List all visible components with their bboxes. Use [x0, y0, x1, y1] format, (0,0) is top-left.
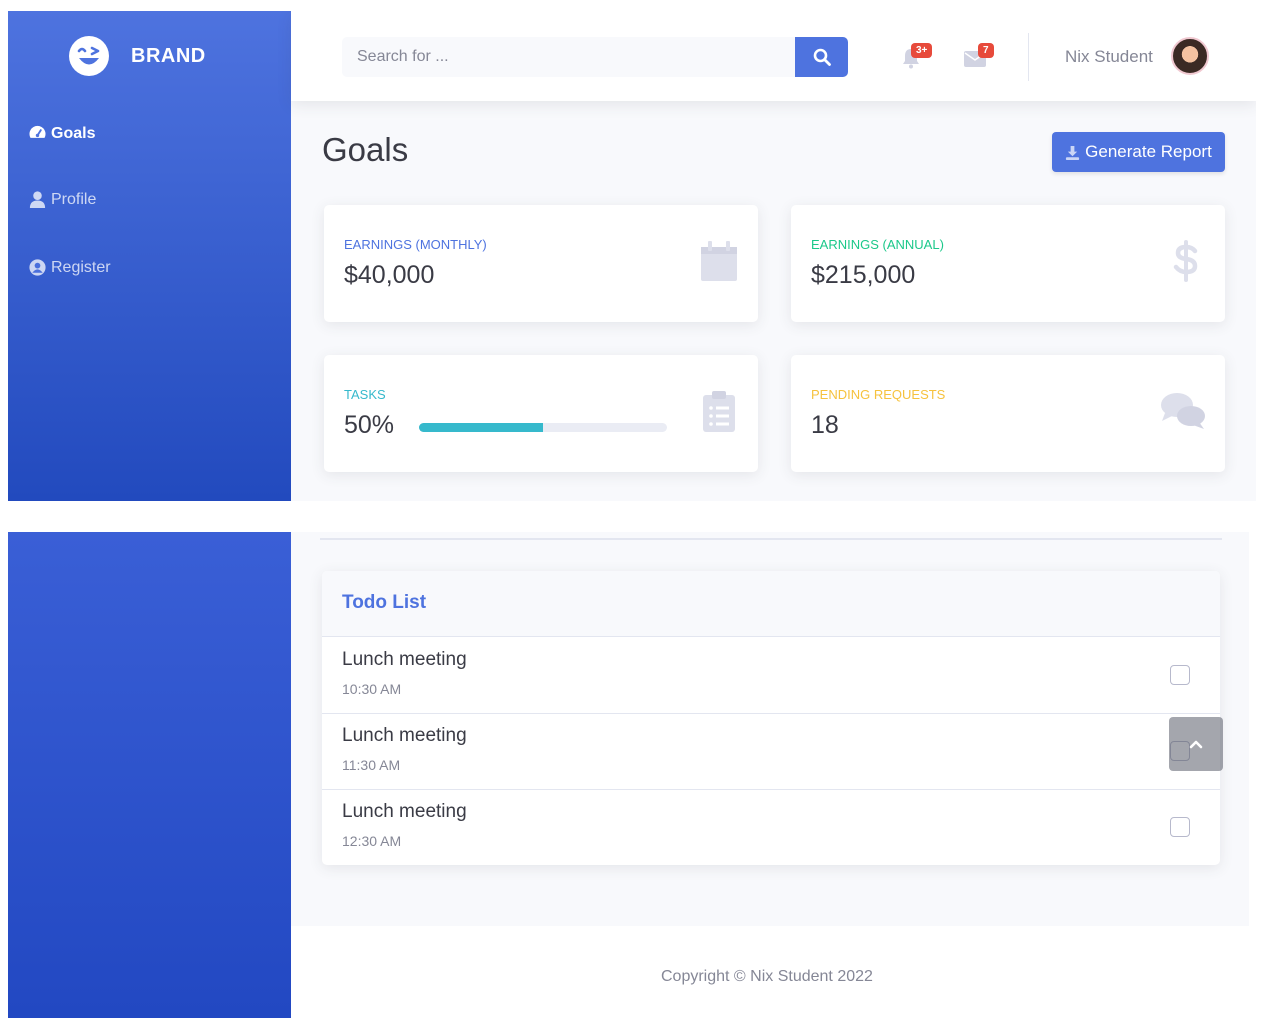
todo-item-time: 10:30 AM [342, 681, 402, 697]
earnings-monthly-card: EARNINGS (MONTHLY) $40,000 [324, 205, 758, 322]
stat-value: $40,000 [344, 261, 435, 289]
tasks-progress-fill [419, 423, 543, 432]
stat-label: EARNINGS (MONTHLY) [344, 237, 487, 252]
calendar-icon [701, 241, 737, 281]
stat-label: EARNINGS (ANNUAL) [811, 237, 944, 252]
todo-item-checkbox[interactable] [1170, 817, 1190, 837]
tachometer-icon [29, 125, 46, 138]
generate-report-label: Generate Report [1085, 142, 1212, 161]
todo-item-checkbox[interactable] [1170, 665, 1190, 685]
search-button[interactable] [795, 37, 848, 77]
pending-requests-card: PENDING REQUESTS 18 [791, 355, 1225, 472]
sidebar [8, 532, 291, 1018]
topbar-divider [1028, 33, 1029, 81]
sidebar-item-profile[interactable]: Profile [28, 190, 96, 209]
todo-item-time: 11:30 AM [342, 757, 401, 773]
dollar-icon [1173, 240, 1198, 282]
sidebar-item-label: Register [51, 258, 111, 276]
todo-header: Todo List [322, 571, 1220, 637]
user-circle-icon [29, 259, 46, 276]
tasks-progress-bar [419, 423, 667, 432]
todo-item-name: Lunch meeting [342, 801, 467, 822]
stat-label: PENDING REQUESTS [811, 387, 946, 402]
sidebar-item-goals[interactable]: Goals [28, 124, 95, 143]
stat-value: 50% [344, 411, 395, 439]
laugh-wink-icon [69, 36, 109, 76]
stat-value: 18 [811, 411, 839, 439]
user-icon [29, 191, 46, 209]
todo-list-card: Todo List Lunch meeting 10:30 AM Lunch m… [322, 571, 1220, 865]
search-icon [813, 48, 831, 66]
todo-item-name: Lunch meeting [342, 649, 467, 670]
download-icon [1066, 145, 1080, 160]
todo-item: Lunch meeting 11:30 AM [322, 713, 1220, 790]
copyright-text: Copyright © Nix Student 2022 [661, 968, 873, 985]
earnings-annual-card: EARNINGS (ANNUAL) $215,000 [791, 205, 1225, 322]
messages-button[interactable]: 7 [962, 39, 998, 75]
search-form [342, 37, 848, 77]
tasks-card: TASKS 50% [324, 355, 758, 472]
search-input[interactable] [342, 37, 795, 77]
brand-name: BRAND [131, 44, 206, 67]
todo-item: Lunch meeting 10:30 AM [322, 637, 1220, 714]
clipboard-list-icon [703, 391, 735, 432]
user-name[interactable]: Nix Student [1065, 47, 1153, 67]
sidebar-item-label: Goals [51, 124, 96, 142]
sidebar-item-register[interactable]: Register [28, 258, 111, 277]
sidebar: BRAND Goals Profile Register [8, 11, 291, 501]
page-title: Goals [322, 131, 409, 168]
comments-icon [1161, 393, 1205, 429]
bottom-screen-panel: Todo List Lunch meeting 10:30 AM Lunch m… [8, 532, 1249, 1018]
generate-report-button[interactable]: Generate Report [1052, 132, 1225, 172]
sidebar-item-label: Profile [51, 190, 97, 208]
brand-link[interactable]: BRAND [68, 35, 206, 77]
todo-title: Todo List [342, 592, 427, 613]
top-screen-panel: BRAND Goals Profile Register Search for … [8, 11, 1256, 501]
stat-value: $215,000 [811, 261, 916, 289]
topbar: 3+ 7 Nix Student [291, 11, 1256, 101]
todo-item: Lunch meeting 12:30 AM [322, 789, 1220, 865]
footer: Copyright © Nix Student 2022 [291, 926, 1249, 1018]
scroll-to-top-button[interactable] [1169, 717, 1223, 771]
messages-count-badge: 7 [978, 43, 994, 58]
alerts-count-badge: 3+ [911, 43, 933, 58]
divider [320, 538, 1222, 540]
todo-item-time: 12:30 AM [342, 833, 402, 849]
alerts-button[interactable]: 3+ [897, 39, 933, 75]
stat-label: TASKS [344, 387, 386, 402]
avatar[interactable] [1171, 37, 1209, 75]
todo-item-name: Lunch meeting [342, 725, 467, 746]
chevron-up-icon [1189, 740, 1203, 749]
